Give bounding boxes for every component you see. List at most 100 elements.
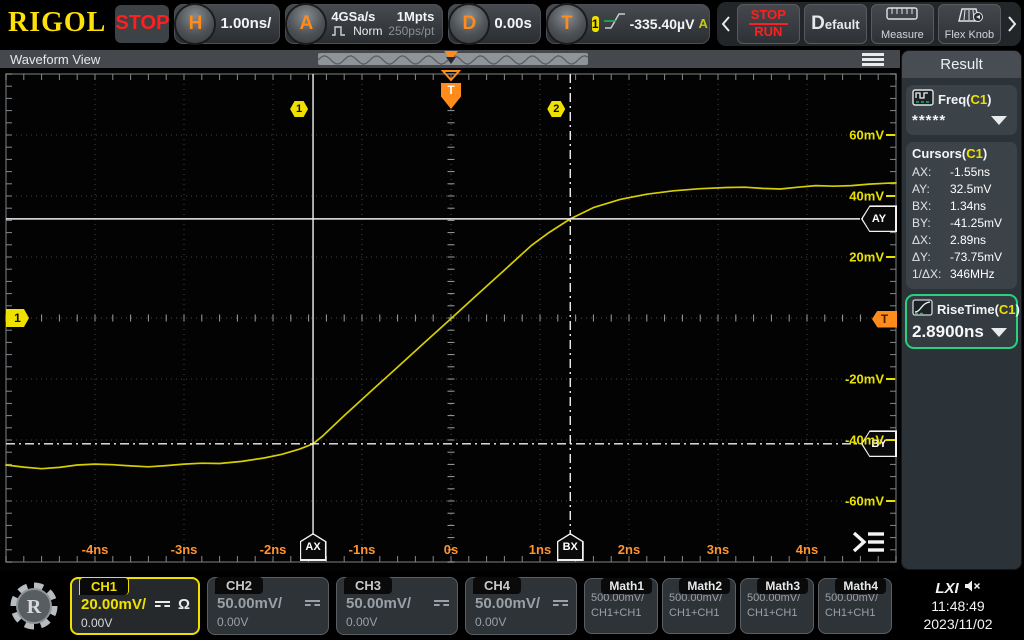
risetime-dropdown-icon[interactable]: [991, 328, 1007, 337]
channel-offset: 0.00V: [81, 616, 190, 630]
expand-menu-icon[interactable]: [851, 529, 887, 560]
scope-graticule[interactable]: T 1 2 1 T AX BX AY BY -4ns-3ns-2ns-1ns0s…: [0, 68, 900, 570]
horizontal-group[interactable]: H 1.00ns/: [174, 4, 280, 44]
channel-tab[interactable]: CH3: [344, 577, 392, 594]
default-initial: D: [811, 13, 825, 34]
horizontal-knob[interactable]: H: [176, 5, 214, 43]
volt-axis-label: 60mV: [849, 128, 884, 143]
top-toolbar: RIGOL STOP H 1.00ns/ A 4GSa/s 1Mpts: [0, 0, 1024, 47]
delay-knob[interactable]: D: [450, 5, 488, 43]
time-axis-label: -3ns: [171, 542, 198, 557]
math-source: CH1+CH1: [591, 606, 652, 621]
math-box-Math1[interactable]: Math1500.00mV/CH1+CH1: [584, 578, 658, 634]
preview-trigger-notch-icon: [446, 57, 456, 64]
cursor-readout-row: ΔY:-73.75mV: [912, 249, 1011, 266]
time-axis-label: 1ns: [529, 542, 551, 557]
channel-box-CH3[interactable]: CH350.00mV/0.00V: [336, 577, 458, 635]
dc-coupling-icon: [155, 601, 170, 609]
channel-scale: 50.00mV/: [475, 595, 540, 612]
channel-tab[interactable]: CH2: [215, 577, 263, 594]
trigger-status: A: [698, 16, 707, 31]
bottom-status-bar: R CH120.00mV/Ω0.00VCH250.00mV/0.00VCH350…: [0, 572, 1024, 640]
math-tab[interactable]: Math3: [757, 578, 808, 594]
sample-resolution: 250ps/pt: [388, 24, 434, 38]
channel-box-CH1[interactable]: CH120.00mV/Ω0.00V: [70, 577, 200, 635]
default-button[interactable]: Default: [804, 4, 867, 44]
acquire-knob[interactable]: A: [287, 5, 325, 43]
cursor-readout-value: 2.89ns: [950, 232, 986, 249]
risetime-measurement-card[interactable]: RiseTime(C1) 2.8900ns: [905, 294, 1018, 349]
freq-measurement-card[interactable]: Freq(C1) *****: [906, 85, 1017, 135]
delay-knob-label: D: [462, 13, 476, 35]
time-axis-label: -4ns: [82, 542, 109, 557]
cursor-readout-key: ΔY:: [912, 249, 950, 266]
cursor-readout-row: BY:-41.25mV: [912, 215, 1011, 232]
cursor-readout-row: 1/ΔX:346MHz: [912, 266, 1011, 283]
cursor-readout-value: 346MHz: [950, 266, 995, 283]
pulse-icon: [331, 24, 347, 38]
trigger-knob[interactable]: T: [548, 5, 586, 43]
cursor-readout-key: BX:: [912, 198, 950, 215]
measure-label: Measure: [881, 29, 924, 41]
sample-rate: 4GSa/s: [331, 10, 375, 24]
volt-axis-label: -40mV: [845, 433, 884, 448]
math-box-Math3[interactable]: Math3500.00mV/CH1+CH1: [740, 578, 814, 634]
rigol-gear-logo[interactable]: R: [5, 576, 63, 636]
flex-knob-button[interactable]: Flex Knob: [938, 4, 1001, 44]
math-box-Math2[interactable]: Math2500.00mV/CH1+CH1: [662, 578, 736, 634]
volt-axis-tick: [886, 439, 895, 441]
svg-text:R: R: [27, 596, 42, 618]
rising-edge-icon: [602, 10, 628, 37]
stop-label: STOP: [749, 8, 788, 25]
math-tab[interactable]: Math2: [679, 578, 730, 594]
dc-coupling-icon: [434, 600, 449, 608]
trigger-group[interactable]: T 1 -335.40µV A: [546, 4, 710, 44]
volt-axis-tick: [886, 195, 895, 197]
memory-depth: 1Mpts: [397, 10, 435, 24]
cursor-readout-key: BY:: [912, 215, 950, 232]
channel-offset: 0.00V: [346, 615, 449, 629]
volt-axis-label: 40mV: [849, 189, 884, 204]
volt-axis-label: -60mV: [845, 494, 884, 509]
channel-tab[interactable]: CH4: [473, 577, 521, 594]
delay-group[interactable]: D 0.00s: [448, 4, 541, 44]
risetime-card-title: RiseTime(C1): [937, 302, 1020, 317]
measure-button[interactable]: Measure: [871, 4, 934, 44]
volt-axis-tick: [886, 378, 895, 380]
clock-box[interactable]: LXI 11:48:49 2023/11/02: [899, 575, 1017, 637]
menu-icon[interactable]: [862, 53, 884, 66]
cursor-readout-key: 1/ΔX:: [912, 266, 950, 283]
channel-box-CH4[interactable]: CH450.00mV/0.00V: [465, 577, 577, 635]
time-axis-label: 3ns: [707, 542, 729, 557]
acquire-group[interactable]: A 4GSa/s 1Mpts Norm 250ps/pt: [285, 4, 443, 44]
freq-dropdown-icon[interactable]: [991, 116, 1007, 125]
channel-tab[interactable]: CH1: [79, 577, 129, 595]
lxi-logo: LXI: [935, 580, 958, 597]
freq-card-title: Freq(C1): [938, 92, 991, 107]
time-axis-label: 4ns: [796, 542, 818, 557]
channel-box-CH2[interactable]: CH250.00mV/0.00V: [207, 577, 329, 635]
cursors-card-title: Cursors(C1): [912, 146, 987, 161]
nav-left-icon[interactable]: [719, 4, 733, 44]
clock-time: 11:48:49: [931, 597, 984, 615]
math-tab[interactable]: Math1: [601, 578, 652, 594]
cursor-readout-row: BX:1.34ns: [912, 198, 1011, 215]
channel-offset: 0.00V: [217, 615, 320, 629]
trigger-knob-label: T: [561, 13, 573, 35]
cursor-readout-row: ΔX:2.89ns: [912, 232, 1011, 249]
cursors-card[interactable]: Cursors(C1) AX:-1.55nsAY:32.5mVBX:1.34ns…: [906, 142, 1017, 289]
stop-run-button[interactable]: STOP RUN: [737, 4, 800, 44]
trigger-source-badge: 1: [592, 16, 599, 32]
rigol-logo: RIGOL: [4, 7, 110, 41]
trigger-level-value: -335.40µV: [630, 16, 695, 32]
math-tab[interactable]: Math4: [835, 578, 886, 594]
math-source: CH1+CH1: [825, 606, 886, 621]
horizontal-position-bar[interactable]: [318, 53, 588, 65]
volt-axis-label: -20mV: [845, 372, 884, 387]
cursor-readout-value: 1.34ns: [950, 198, 986, 215]
cursor-readout-key: AX:: [912, 164, 950, 181]
math-box-Math4[interactable]: Math4500.00mV/CH1+CH1: [818, 578, 892, 634]
nav-right-icon[interactable]: [1005, 4, 1019, 44]
channel-scale: 50.00mV/: [346, 595, 411, 612]
cursor-readout-row: AY:32.5mV: [912, 181, 1011, 198]
